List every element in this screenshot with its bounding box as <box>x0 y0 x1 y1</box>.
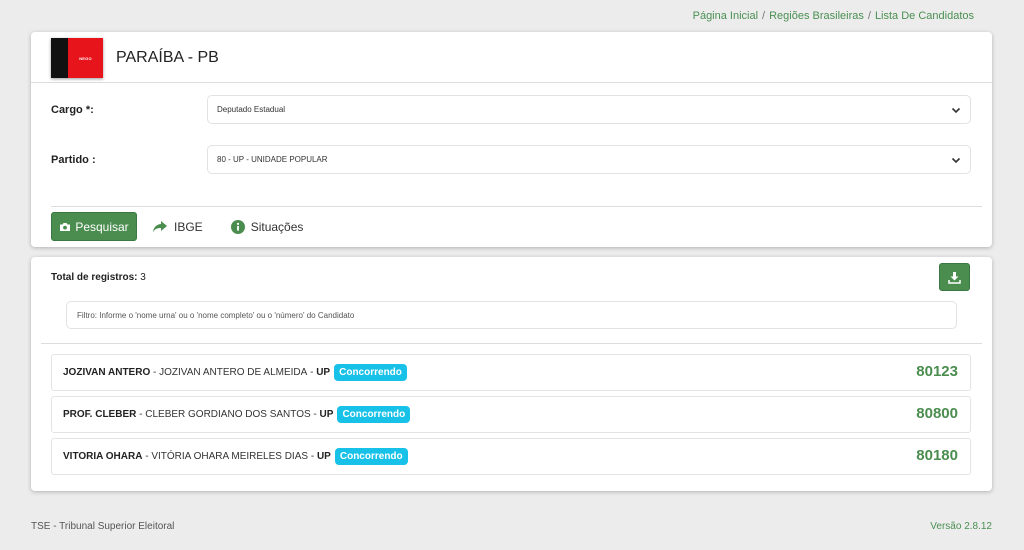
candidate-full-name: VITÓRIA OHARA MEIRELES DIAS <box>151 451 309 462</box>
candidate-full-name: CLEBER GORDIANO DOS SANTOS <box>145 409 311 420</box>
ibge-label: IBGE <box>174 219 203 234</box>
name-separator: - <box>142 451 152 462</box>
download-button[interactable] <box>939 263 970 291</box>
search-button[interactable]: Pesquisar <box>51 212 137 241</box>
info-icon <box>230 219 245 234</box>
name-separator: - <box>308 451 317 462</box>
page-title: PARAÍBA - PB <box>116 49 219 66</box>
search-button-label: Pesquisar <box>75 219 129 234</box>
candidate-urn-name: VITORIA OHARA <box>63 451 143 462</box>
status-badge: Concorrendo <box>334 448 408 465</box>
footer-org: TSE - Tribunal Superior Eleitoral <box>31 521 175 532</box>
breadcrumb-home[interactable]: Página Inicial <box>693 10 758 22</box>
divider <box>31 82 992 83</box>
chevron-down-icon <box>951 157 961 164</box>
candidate-party: UP <box>319 409 334 420</box>
candidate-row[interactable]: JOZIVAN ANTERO - JOZIVAN ANTERO DE ALMEI… <box>51 354 971 391</box>
results-card: Total de registros: 3 Filtro: Informe o … <box>31 257 992 491</box>
situacoes-label: Situações <box>250 219 304 234</box>
total-label: Total de registros: <box>51 272 138 283</box>
ibge-link[interactable]: IBGE <box>152 220 203 234</box>
candidate-number: 80180 <box>916 447 958 464</box>
total-value: 3 <box>140 272 146 283</box>
name-separator: - <box>310 409 320 420</box>
breadcrumb-separator: / <box>762 10 766 22</box>
download-icon <box>948 271 961 284</box>
name-separator: - <box>136 409 146 420</box>
status-badge: Concorrendo <box>334 364 407 381</box>
candidate-party: UP <box>316 451 331 462</box>
cargo-selected-value: Deputado Estadual <box>217 105 286 114</box>
name-separator: - <box>307 367 317 378</box>
divider <box>41 343 982 344</box>
breadcrumb: Página Inicial / Regiões Brasileiras / Lista… <box>693 10 974 22</box>
state-flag: NEGO <box>51 38 103 78</box>
candidate-party: UP <box>316 367 331 378</box>
toolbar: Pesquisar IBGE Situações <box>51 212 303 241</box>
situacoes-link[interactable]: Situações <box>230 219 304 234</box>
partido-selected-value: 80 - UP - UNIDADE POPULAR <box>217 155 328 164</box>
candidate-number: 80800 <box>916 405 958 422</box>
candidate-full-name: JOZIVAN ANTERO DE ALMEIDA <box>159 367 308 378</box>
state-header: NEGO PARAÍBA - PB <box>51 38 219 78</box>
name-separator: - <box>150 367 160 378</box>
candidate-urn-name: JOZIVAN ANTERO <box>63 367 151 378</box>
candidate-number: 80123 <box>916 363 958 380</box>
breadcrumb-regions[interactable]: Regiões Brasileiras <box>769 10 864 22</box>
flag-text: NEGO <box>79 55 92 61</box>
chevron-down-icon <box>951 107 961 114</box>
total-records: Total de registros: 3 <box>51 272 146 283</box>
breadcrumb-current: Lista De Candidatos <box>874 10 974 22</box>
candidate-row[interactable]: VITORIA OHARA - VITÓRIA OHARA MEIRELES D… <box>51 438 971 475</box>
breadcrumb-separator: / <box>867 10 871 22</box>
cargo-select[interactable]: Deputado Estadual <box>207 95 971 124</box>
footer-version: Versão 2.8.12 <box>930 521 992 532</box>
filter-input[interactable]: Filtro: Informe o 'nome urna' ou o 'nome… <box>66 301 957 329</box>
partido-label: Partido : <box>51 154 96 166</box>
share-arrow-icon <box>153 220 167 232</box>
partido-select[interactable]: 80 - UP - UNIDADE POPULAR <box>207 145 971 174</box>
camera-icon <box>60 222 71 231</box>
cargo-label: Cargo *: <box>51 104 94 116</box>
candidate-urn-name: PROF. CLEBER <box>63 409 137 420</box>
divider <box>51 206 982 207</box>
status-badge: Concorrendo <box>337 406 411 423</box>
search-card: NEGO PARAÍBA - PB Cargo *: Deputado Esta… <box>31 32 992 247</box>
candidate-row[interactable]: PROF. CLEBER - CLEBER GORDIANO DOS SANTO… <box>51 396 971 433</box>
